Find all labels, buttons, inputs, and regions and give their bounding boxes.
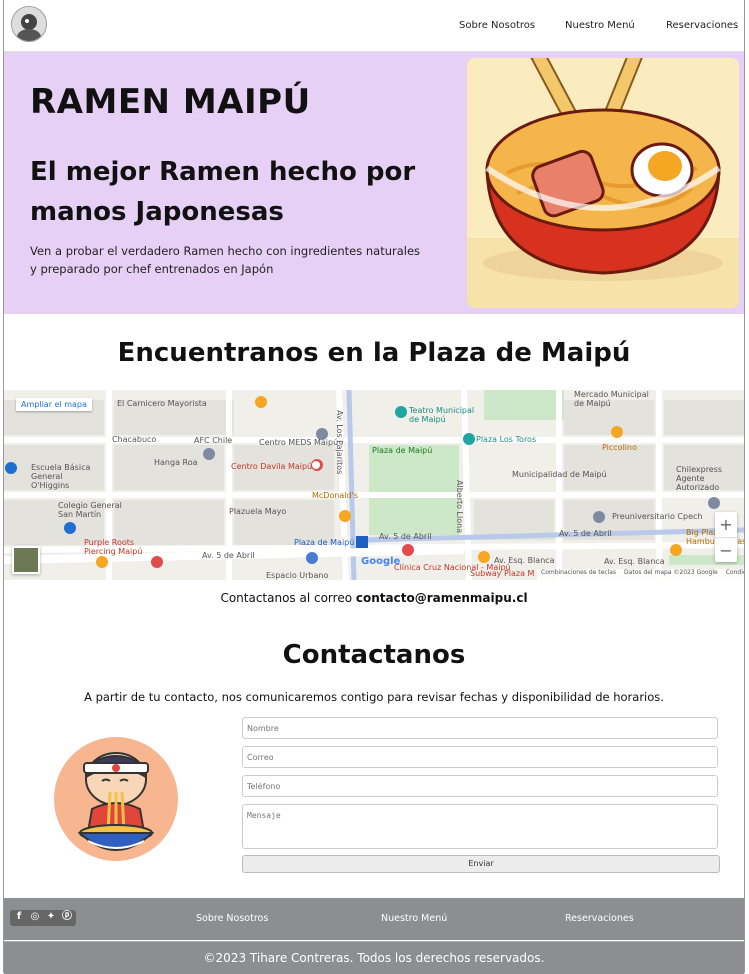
satellite-toggle[interactable] — [12, 546, 40, 574]
hero-title: RAMEN MAIPÚ — [30, 82, 311, 122]
map-label: AFC Chile — [194, 436, 233, 445]
nav-reservaciones[interactable]: Reservaciones — [666, 20, 738, 31]
zoom-in-button[interactable]: + — [715, 512, 737, 537]
map-label: Purple Roots Piercing Maipú — [84, 538, 143, 556]
map-label: Plaza Los Toros — [476, 435, 537, 444]
instagram-icon[interactable]: ◎ — [28, 910, 42, 924]
map-label: Centro MEDS Maipú — [259, 438, 339, 447]
footer-nav-nuestro-menu[interactable]: Nuestro Menú — [381, 913, 447, 924]
facebook-icon[interactable]: f — [12, 910, 26, 924]
hero-subtitle: El mejor Ramen hecho por manos Japonesas — [30, 157, 416, 227]
map-label: Alberto Llona — [455, 480, 464, 534]
ramen-bowl-image — [467, 58, 739, 308]
map-label: Teatro Municipal de Maipú — [409, 406, 475, 424]
map-label: McDonald's — [312, 491, 358, 500]
social-icons: f ◎ ✦ ⓟ — [10, 910, 76, 926]
submit-button[interactable]: Enviar — [242, 855, 720, 873]
zoom-controls: + − — [715, 512, 737, 562]
header: Sobre Nosotros Nuestro Menú Reservacione… — [4, 0, 744, 52]
zoom-out-button[interactable]: − — [715, 537, 737, 563]
location-title: Encuentranos en la Plaza de Maipú — [117, 338, 631, 368]
hero-section: RAMEN MAIPÚ El mejor Ramen hecho por man… — [4, 52, 744, 314]
terms-link[interactable]: Condiciones — [726, 569, 744, 580]
contact-intro: A partir de tu contacto, nos comunicarem… — [84, 690, 664, 704]
footer-nav-reservaciones[interactable]: Reservaciones — [565, 913, 634, 924]
map-label: Av. Esq. Blanca — [604, 557, 665, 566]
keyboard-shortcuts-link[interactable]: Combinaciones de teclas — [541, 569, 616, 580]
footer-nav-bar: f ◎ ✦ ⓟ Sobre Nosotros Nuestro Menú Rese… — [4, 898, 744, 940]
page-frame: Sobre Nosotros Nuestro Menú Reservacione… — [3, 0, 745, 974]
email-prefix: Contactanos al correo — [220, 591, 353, 605]
map-label: Chilexpress Agente Autorizado — [676, 465, 723, 492]
google-logo: Google — [361, 556, 401, 567]
email-line: Contactanos al correo contacto@ramenmaip… — [4, 591, 744, 605]
nav-sobre-nosotros[interactable]: Sobre Nosotros — [459, 20, 535, 31]
hero-description: Ven a probar el verdadero Ramen hecho co… — [30, 244, 421, 276]
contact-title: Contactanos — [282, 640, 466, 670]
map-label: Colegio General San Martín — [58, 501, 122, 519]
twitter-icon[interactable]: ✦ — [44, 910, 58, 924]
map-label: Preuniversitario Cpech — [612, 512, 703, 521]
google-map[interactable]: Ampliar el mapa El Carnicero Mayorista T… — [4, 390, 744, 580]
map-data-attribution: Datos del mapa ©2023 Google — [624, 569, 718, 576]
map-label: Av. 5 de Abril — [202, 551, 255, 560]
map-label: Av. 5 de Abril — [379, 532, 432, 541]
pinterest-icon[interactable]: ⓟ — [60, 910, 74, 924]
name-field[interactable]: Nombre — [242, 717, 718, 739]
footer-nav-sobre-nosotros[interactable]: Sobre Nosotros — [196, 913, 268, 924]
map-label: Plaza de Maipú — [372, 446, 433, 455]
map-label: Centro Davila Maipú — [231, 462, 313, 471]
logo[interactable] — [11, 6, 47, 42]
map-label: El Carnicero Mayorista — [117, 399, 207, 408]
map-label: Municipalidad de Maipú — [512, 470, 607, 479]
nav-nuestro-menu[interactable]: Nuestro Menú — [565, 20, 635, 31]
email-address[interactable]: contacto@ramenmaipu.cl — [356, 591, 528, 605]
map-label: Hanga Roa — [154, 458, 198, 467]
map-label: Av. 5 de Abril — [559, 529, 612, 538]
map-label: Escuela Básica General O'Higgins — [31, 463, 91, 490]
copyright: ©2023 Tihare Contreras. Todos los derech… — [4, 941, 744, 974]
map-label: Espacio Urbano — [266, 571, 329, 580]
map-attribution: Combinaciones de teclas Datos del mapa ©… — [537, 569, 744, 580]
map-label: Mercado Municipal de Maipú — [574, 390, 649, 408]
map-label: Plaza de Maipú — [294, 538, 355, 547]
email-field[interactable]: Correo — [242, 746, 718, 768]
map-label: Plazuela Mayo — [229, 507, 287, 516]
message-textarea[interactable]: Mensaje — [242, 804, 718, 849]
map-label: Piccolino — [602, 443, 637, 452]
chef-eating-ramen-illustration — [54, 737, 178, 861]
enlarge-map-link[interactable]: Ampliar el mapa — [16, 398, 92, 411]
map-label: Av. Los Pajaritos — [335, 410, 344, 475]
map-label: Clínica Cruz Nacional - Maipú — [394, 563, 511, 572]
phone-field[interactable]: Teléfono — [242, 775, 718, 797]
map-label: Chacabuco — [112, 435, 157, 444]
